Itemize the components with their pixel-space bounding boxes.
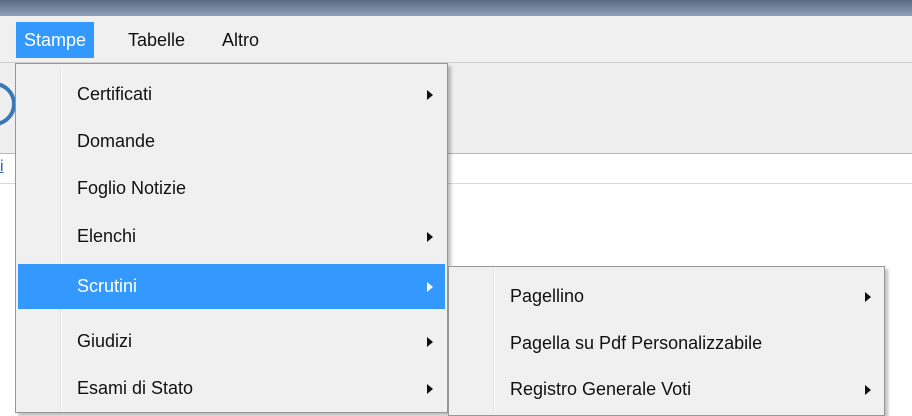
menu-item-label: Domande — [77, 131, 156, 151]
menu-item-label: Certificati — [77, 84, 153, 104]
submenu-arrow-icon — [427, 90, 433, 100]
menu-item-esami-di-stato[interactable]: Esami di Stato — [18, 366, 445, 411]
submenu-arrow-icon — [427, 337, 433, 347]
menu-item-registro-generale-voti[interactable]: Registro Generale Voti — [451, 367, 882, 412]
menu-item-pagella-pdf[interactable]: Pagella su Pdf Personalizzabile — [451, 321, 882, 366]
submenu-arrow-icon — [427, 384, 433, 394]
menu-item-label: Scrutini — [77, 276, 138, 296]
menu-item-label: Esami di Stato — [77, 378, 194, 398]
stampe-menu: Certificati Domande Foglio Notizie Elenc… — [15, 63, 448, 413]
menu-item-certificati[interactable]: Certificati — [18, 72, 445, 117]
menu-item-label: Foglio Notizie — [77, 178, 187, 198]
menu-item-label: Giudizi — [77, 331, 133, 351]
scrutini-submenu: Pagellino Pagella su Pdf Personalizzabil… — [448, 266, 885, 416]
menu-item-domande[interactable]: Domande — [18, 119, 445, 164]
menu-item-giudizi[interactable]: Giudizi — [18, 319, 445, 364]
menubar-item-altro[interactable]: Altro — [214, 22, 267, 58]
menubar-item-stampe[interactable]: Stampe — [16, 22, 95, 58]
menu-item-elenchi[interactable]: Elenchi — [18, 214, 445, 259]
menu-item-label: Pagellino — [510, 286, 585, 306]
menu-bar: Stampe Tabelle Altro — [0, 16, 912, 63]
menu-item-label: Elenchi — [77, 226, 137, 246]
background-link[interactable]: i — [0, 158, 14, 180]
submenu-arrow-icon — [865, 385, 871, 395]
window-top-edge — [0, 0, 912, 16]
menu-item-label: Pagella su Pdf Personalizzabile — [510, 333, 763, 353]
menu-item-foglio-notizie[interactable]: Foglio Notizie — [18, 166, 445, 211]
menu-item-label: Registro Generale Voti — [510, 379, 692, 399]
menu-item-pagellino[interactable]: Pagellino — [451, 274, 882, 319]
submenu-arrow-icon — [865, 292, 871, 302]
submenu-arrow-icon — [427, 232, 433, 242]
menubar-item-tabelle[interactable]: Tabelle — [120, 22, 193, 58]
menu-item-scrutini[interactable]: Scrutini — [18, 264, 445, 309]
submenu-arrow-icon — [427, 282, 433, 292]
